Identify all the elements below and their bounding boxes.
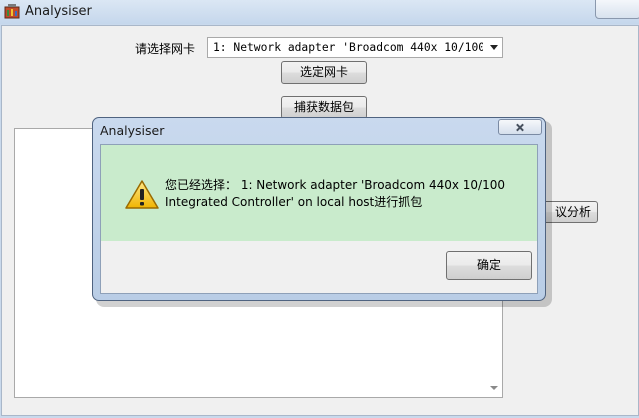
select-nic-button[interactable]: 选定网卡 — [281, 61, 367, 84]
dialog-message-area: 您已经选择： 1: Network adapter 'Broadcom 440x… — [101, 145, 537, 241]
chevron-down-icon[interactable] — [490, 45, 498, 50]
dialog-message: 您已经选择： 1: Network adapter 'Broadcom 440x… — [165, 178, 505, 209]
main-window-title: Analysiser — [25, 4, 92, 19]
app-icon — [4, 4, 20, 19]
analyze-button-label: 议分析 — [554, 205, 591, 219]
scroll-down-icon[interactable] — [490, 386, 498, 390]
capture-packets-button[interactable]: 捕获数据包 — [281, 96, 367, 119]
main-close-button[interactable] — [595, 0, 639, 19]
main-title-bar[interactable]: Analysiser — [0, 0, 639, 24]
nic-label: 请选择网卡 — [135, 42, 196, 56]
nic-dropdown-value: 1: Network adapter 'Broadcom 440x 10/100… — [213, 41, 483, 54]
ok-button[interactable]: 确定 — [446, 251, 532, 280]
warning-icon — [125, 180, 159, 209]
nic-dropdown[interactable]: 1: Network adapter 'Broadcom 440x 10/100… — [207, 37, 503, 58]
dialog-title: Analysiser — [100, 123, 165, 138]
dialog-close-icon[interactable] — [498, 119, 542, 135]
